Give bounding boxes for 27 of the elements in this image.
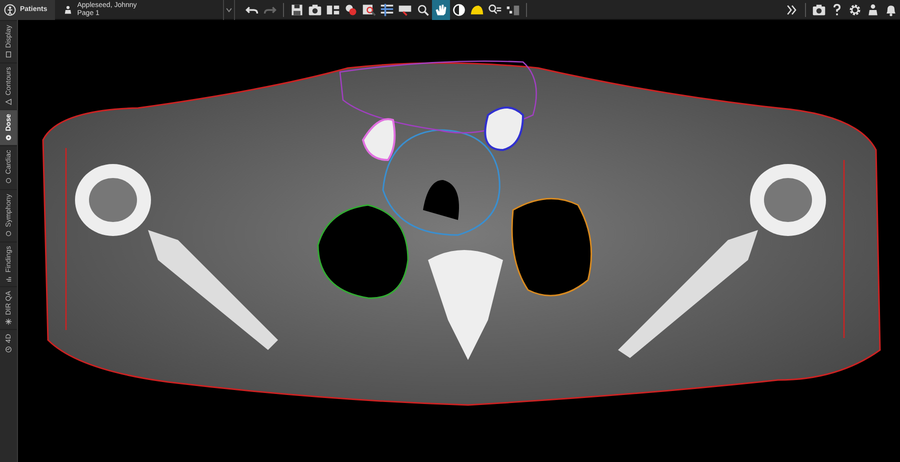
search-list-icon xyxy=(488,2,502,16)
hand-button[interactable] xyxy=(432,0,450,20)
search-icon xyxy=(416,2,430,16)
camera-icon xyxy=(812,2,826,16)
hand-icon xyxy=(434,2,448,16)
circle-icon xyxy=(6,230,12,237)
caret-icon xyxy=(225,6,234,14)
clock-icon xyxy=(6,346,12,354)
notifications-icon xyxy=(884,2,898,16)
triangle-icon xyxy=(6,98,12,106)
expand-icon xyxy=(785,2,799,16)
bars-icon xyxy=(6,275,12,282)
helmet-icon xyxy=(470,2,484,16)
zoom-region-icon xyxy=(362,2,376,16)
camera-icon xyxy=(308,2,322,16)
square-icon xyxy=(6,50,12,58)
overlapping-circles-icon xyxy=(344,2,358,16)
star-icon xyxy=(6,318,12,326)
patient-icon xyxy=(63,4,74,14)
patients-icon xyxy=(4,4,16,16)
save-icon xyxy=(290,2,304,16)
bars-icon xyxy=(380,2,394,16)
layout-icon xyxy=(326,2,340,16)
circle-icon xyxy=(6,178,12,185)
user-icon xyxy=(866,2,880,16)
settings-icon xyxy=(848,2,862,16)
contrast-icon xyxy=(452,2,466,16)
